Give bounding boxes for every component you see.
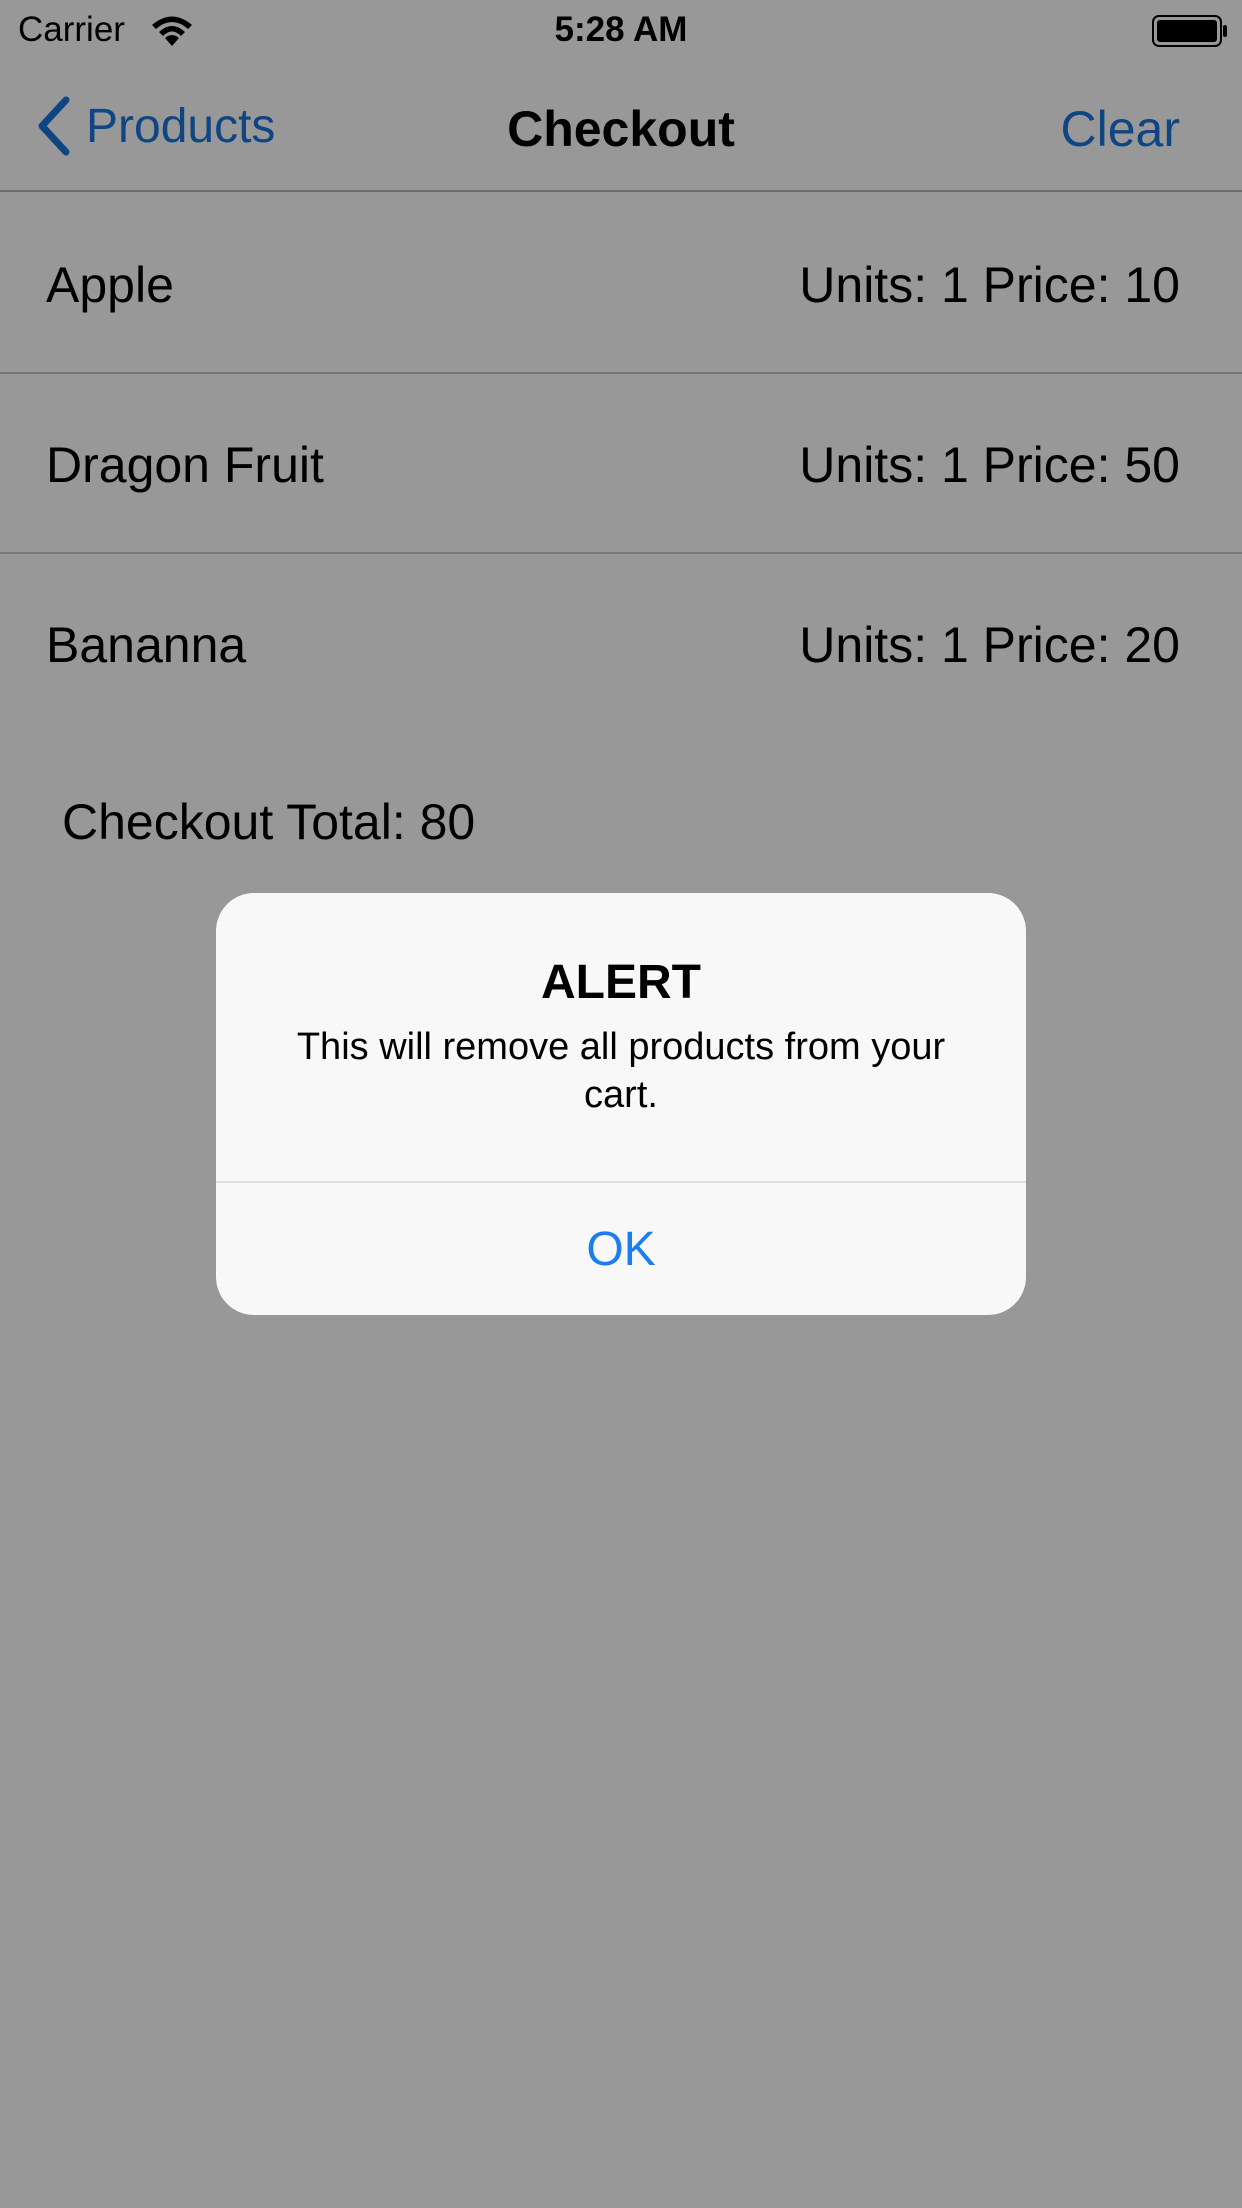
checkout-screen: Carrier 5:28 AM Products Checkout Clear … bbox=[0, 0, 1242, 2208]
alert-ok-button[interactable]: OK bbox=[216, 1183, 1026, 1315]
alert-message: This will remove all products from your … bbox=[296, 1026, 946, 1116]
alert-dialog: ALERT This will remove all products from… bbox=[216, 893, 1026, 1315]
alert-title: ALERT bbox=[541, 956, 701, 1009]
